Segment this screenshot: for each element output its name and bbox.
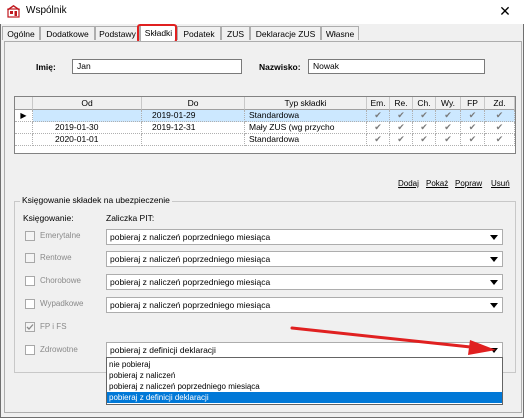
window-title: Wspólnik [26, 5, 67, 16]
show-link[interactable]: Pokaż [426, 179, 448, 188]
wypadkowe-checkbox[interactable] [25, 299, 35, 309]
grid-check-re[interactable]: ✔ [390, 110, 413, 122]
row-indicator [15, 122, 33, 134]
grid-check-zd[interactable]: ✔ [485, 134, 515, 146]
grid-check-ch[interactable]: ✔ [413, 110, 436, 122]
emerytalne-checkbox[interactable] [25, 231, 35, 241]
rentowe-checkbox[interactable] [25, 253, 35, 263]
dropdown-option[interactable]: pobieraj z naliczeń poprzedniego miesiąc… [107, 381, 502, 392]
grid-check-em[interactable]: ✔ [367, 122, 390, 134]
chevron-down-icon [490, 257, 498, 262]
chevron-down-icon [490, 303, 498, 308]
rentowe-pit-value: pobieraj z naliczeń poprzedniego miesiąc… [110, 254, 271, 264]
grid-check-wy[interactable]: ✔ [436, 110, 461, 122]
grid-check-em[interactable]: ✔ [367, 134, 390, 146]
emerytalne-pit-select[interactable]: pobieraj z naliczeń poprzedniego miesiąc… [106, 229, 503, 245]
grid-header-zd[interactable]: Zd. [485, 97, 515, 110]
grid-check-ch[interactable]: ✔ [413, 122, 436, 134]
grid-header-em[interactable]: Em. [367, 97, 390, 110]
zdrowotne-label: Zdrowotne [40, 345, 78, 354]
tab-zus[interactable]: ZUS [221, 26, 250, 40]
grid-check-zd[interactable]: ✔ [485, 122, 515, 134]
fp-fs-checkbox[interactable] [25, 322, 35, 332]
tab-wlasne[interactable]: Własne [321, 26, 359, 40]
chevron-down-icon [490, 280, 498, 285]
grid-header-fp[interactable]: FP [461, 97, 485, 110]
grid-check-fp[interactable]: ✔ [461, 134, 485, 146]
wypadkowe-pit-value: pobieraj z naliczeń poprzedniego miesiąc… [110, 300, 271, 310]
chorobowe-label: Chorobowe [40, 276, 81, 285]
pit-column-header: Zaliczka PIT: [106, 213, 155, 223]
current-row-indicator: ▶ [15, 110, 33, 122]
wypadkowe-pit-select[interactable]: pobieraj z naliczeń poprzedniego miesiąc… [106, 297, 503, 313]
rentowe-pit-select[interactable]: pobieraj z naliczeń poprzedniego miesiąc… [106, 251, 503, 267]
grid-check-re[interactable]: ✔ [390, 122, 413, 134]
add-link[interactable]: Dodaj [398, 179, 419, 188]
grid-header-do[interactable]: Do [142, 97, 245, 110]
grid-cell-od[interactable]: 2020-01-01 [33, 134, 142, 146]
grid-header-wy[interactable]: Wy. [436, 97, 461, 110]
grid-check-fp[interactable]: ✔ [461, 122, 485, 134]
grid-cell-typ[interactable]: Standardowa [245, 134, 367, 146]
grid-cell-do[interactable] [142, 134, 245, 146]
dropdown-option[interactable]: nie pobieraj [107, 359, 502, 370]
first-name-label: Imię: [36, 62, 56, 72]
pit-dropdown-list[interactable]: nie pobieraj pobieraj z naliczeń pobiera… [106, 357, 503, 405]
edit-link[interactable]: Popraw [455, 179, 482, 188]
tab-ogolne[interactable]: Ogólne [2, 26, 40, 40]
grid-header-od[interactable]: Od [33, 97, 142, 110]
grid-check-re[interactable]: ✔ [390, 134, 413, 146]
emerytalne-label: Emerytalne [40, 231, 81, 240]
grid-cell-od[interactable] [33, 110, 142, 122]
grid-check-fp[interactable]: ✔ [461, 110, 485, 122]
grid-header-re[interactable]: Re. [390, 97, 413, 110]
rentowe-label: Rentowe [40, 253, 72, 262]
grid-header-typ[interactable]: Typ składki [245, 97, 367, 110]
zdrowotne-checkbox[interactable] [25, 345, 35, 355]
red-arrow-annotation [290, 326, 496, 355]
last-name-field[interactable]: Nowak [308, 59, 485, 74]
delete-link[interactable]: Usuń [491, 179, 510, 188]
posting-column-header: Księgowanie: [23, 213, 74, 223]
chorobowe-pit-select[interactable]: pobieraj z naliczeń poprzedniego miesiąc… [106, 274, 503, 290]
zdrowotne-pit-value: pobieraj z definicji deklaracji [110, 345, 216, 355]
title-bar: Wspólnik ✕ [0, 0, 524, 24]
grid-header-indicator [15, 97, 33, 110]
grid-check-wy[interactable]: ✔ [436, 134, 461, 146]
chorobowe-checkbox[interactable] [25, 276, 35, 286]
contributions-grid[interactable]: Od Do Typ składki Em. Re. Ch. Wy. FP Zd.… [14, 96, 516, 154]
tab-podatek[interactable]: Podatek [177, 26, 221, 40]
grid-cell-do[interactable]: 2019-01-29 [142, 110, 245, 122]
chevron-down-icon [490, 235, 498, 240]
tab-podstawy[interactable]: Podstawy [95, 26, 140, 40]
groupbox-title: Księgowanie składek na ubezpieczenie [20, 195, 172, 205]
app-icon [7, 5, 20, 18]
dropdown-option-selected[interactable]: pobieraj z definicji deklaracji [107, 392, 502, 403]
grid-cell-typ[interactable]: Standardowa [245, 110, 367, 122]
close-button[interactable]: ✕ [494, 4, 516, 20]
fp-fs-label: FP i FS [40, 322, 67, 331]
checkmark-icon [26, 324, 34, 330]
grid-check-ch[interactable]: ✔ [413, 134, 436, 146]
tab-deklaracje-zus[interactable]: Deklaracje ZUS [250, 26, 321, 40]
last-name-label: Nazwisko: [259, 62, 301, 72]
emerytalne-pit-value: pobieraj z naliczeń poprzedniego miesiąc… [110, 232, 271, 242]
grid-check-wy[interactable]: ✔ [436, 122, 461, 134]
wypadkowe-label: Wypadkowe [40, 299, 84, 308]
row-indicator [15, 134, 33, 146]
grid-cell-typ[interactable]: Mały ZUS (wg przycho [245, 122, 367, 134]
grid-check-zd[interactable]: ✔ [485, 110, 515, 122]
grid-cell-od[interactable]: 2019-01-30 [33, 122, 142, 134]
dropdown-option[interactable]: pobieraj z naliczeń [107, 370, 502, 381]
grid-check-em[interactable]: ✔ [367, 110, 390, 122]
chorobowe-pit-value: pobieraj z naliczeń poprzedniego miesiąc… [110, 277, 271, 287]
tab-dodatkowe[interactable]: Dodatkowe [40, 26, 95, 40]
grid-header-ch[interactable]: Ch. [413, 97, 436, 110]
grid-cell-do[interactable]: 2019-12-31 [142, 122, 245, 134]
first-name-field[interactable]: Jan [72, 59, 242, 74]
